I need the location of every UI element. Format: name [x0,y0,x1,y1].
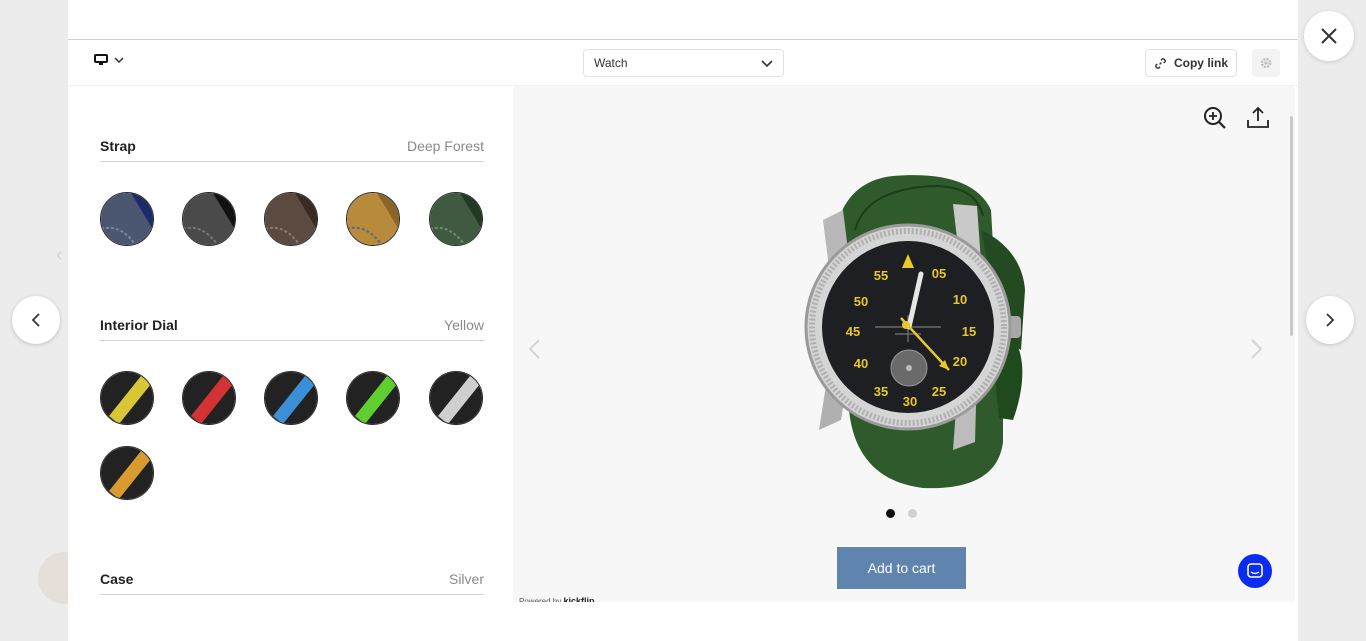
watch-render: 55 05 50 10 45 15 40 20 35 25 30 [804,175,1025,489]
background-chevron-ghost: ‹ [56,244,63,266]
dial-number: 45 [846,324,860,339]
option-selected-value: Deep Forest [406,137,484,154]
zoom-in-icon [1204,107,1226,129]
swatch-dial-yellow[interactable] [100,371,154,425]
swatch-image [101,447,153,499]
swatch-image [101,193,153,245]
chevron-down-icon [761,59,773,67]
option-header-strap[interactable]: Strap Deep Forest [100,132,484,162]
swatch-image [183,372,235,424]
chevron-down-icon [114,57,124,63]
share-upload-icon [1247,106,1269,128]
dial-number: 30 [903,394,917,409]
customizer-toolbar: Watch Copy link [68,40,1298,86]
chevron-right-icon [1326,313,1335,327]
carousel-dot-2[interactable] [908,509,917,518]
swatch-image [430,193,482,245]
options-panel: Strap Deep Forest Interior Dial Yellow C… [68,86,513,602]
swatch-image [265,372,317,424]
gallery-prev-button[interactable] [12,296,60,344]
zoom-button[interactable] [1202,105,1228,136]
swatch-dial-orange[interactable] [100,446,154,500]
modal-top-strip [68,0,1298,40]
gallery-next-button[interactable] [1306,296,1354,344]
swatch-dial-red[interactable] [182,371,236,425]
product-select-value: Watch [594,56,628,70]
preview-scrollbar[interactable] [1290,116,1293,336]
product-select[interactable]: Watch [583,49,784,77]
chat-bubble-icon [1247,563,1263,578]
link-icon [1155,57,1166,69]
option-header-interior-dial[interactable]: Interior Dial Yellow [100,311,484,341]
close-x-icon [1321,28,1337,44]
swatch-strap-brown[interactable] [264,192,318,246]
dial-number: 40 [854,356,868,371]
swatch-dial-blue[interactable] [264,371,318,425]
customizer-modal: Watch Copy link Strap Deep Forest Interi… [68,0,1298,641]
dial-number: 50 [854,294,868,309]
modal-bottom [68,602,1298,641]
preview-next-arrow[interactable] [1250,338,1264,365]
dial-number: 25 [932,384,946,399]
copy-link-button[interactable]: Copy link [1145,49,1237,77]
dial-number: 05 [932,266,946,281]
copy-link-label: Copy link [1173,56,1228,70]
dial-number: 55 [874,268,888,283]
close-button[interactable] [1304,11,1354,61]
swatch-dial-green[interactable] [346,371,400,425]
swatch-image [430,372,482,424]
settings-button[interactable] [1252,49,1280,77]
chevron-left-icon [31,313,40,327]
swatch-image [101,372,153,424]
chevron-left-icon [528,339,540,359]
swatch-strap-deep-forest[interactable] [429,192,483,246]
chat-button[interactable] [1238,554,1272,588]
dial-number: 10 [953,292,967,307]
swatch-strap-tan[interactable] [346,192,400,246]
swatch-image [265,193,317,245]
dial-number: 20 [953,354,967,369]
dial-number: 35 [874,384,888,399]
add-to-cart-button[interactable]: Add to cart [837,547,966,589]
option-title: Strap [100,137,136,154]
option-header-case[interactable]: Case Silver [100,565,484,595]
desktop-monitor-icon [94,54,108,65]
swatch-dial-silver[interactable] [429,371,483,425]
swatch-image [347,193,399,245]
swatch-strap-black[interactable] [182,192,236,246]
product-preview: 55 05 50 10 45 15 40 20 35 25 30 Add to … [513,86,1295,606]
swatch-image [183,193,235,245]
swatch-strap-navy[interactable] [100,192,154,246]
carousel-dot-1[interactable] [886,509,895,518]
chevron-right-icon [1251,339,1263,359]
swatch-image [347,372,399,424]
option-title: Case [100,570,134,587]
dial-number: 15 [962,324,976,339]
option-selected-value: Yellow [444,316,484,333]
device-preview-select[interactable] [94,54,124,66]
preview-prev-arrow[interactable] [527,338,541,365]
gear-icon [1260,57,1272,69]
share-button[interactable] [1245,105,1271,136]
option-title: Interior Dial [100,316,178,333]
option-selected-value: Silver [448,570,484,587]
